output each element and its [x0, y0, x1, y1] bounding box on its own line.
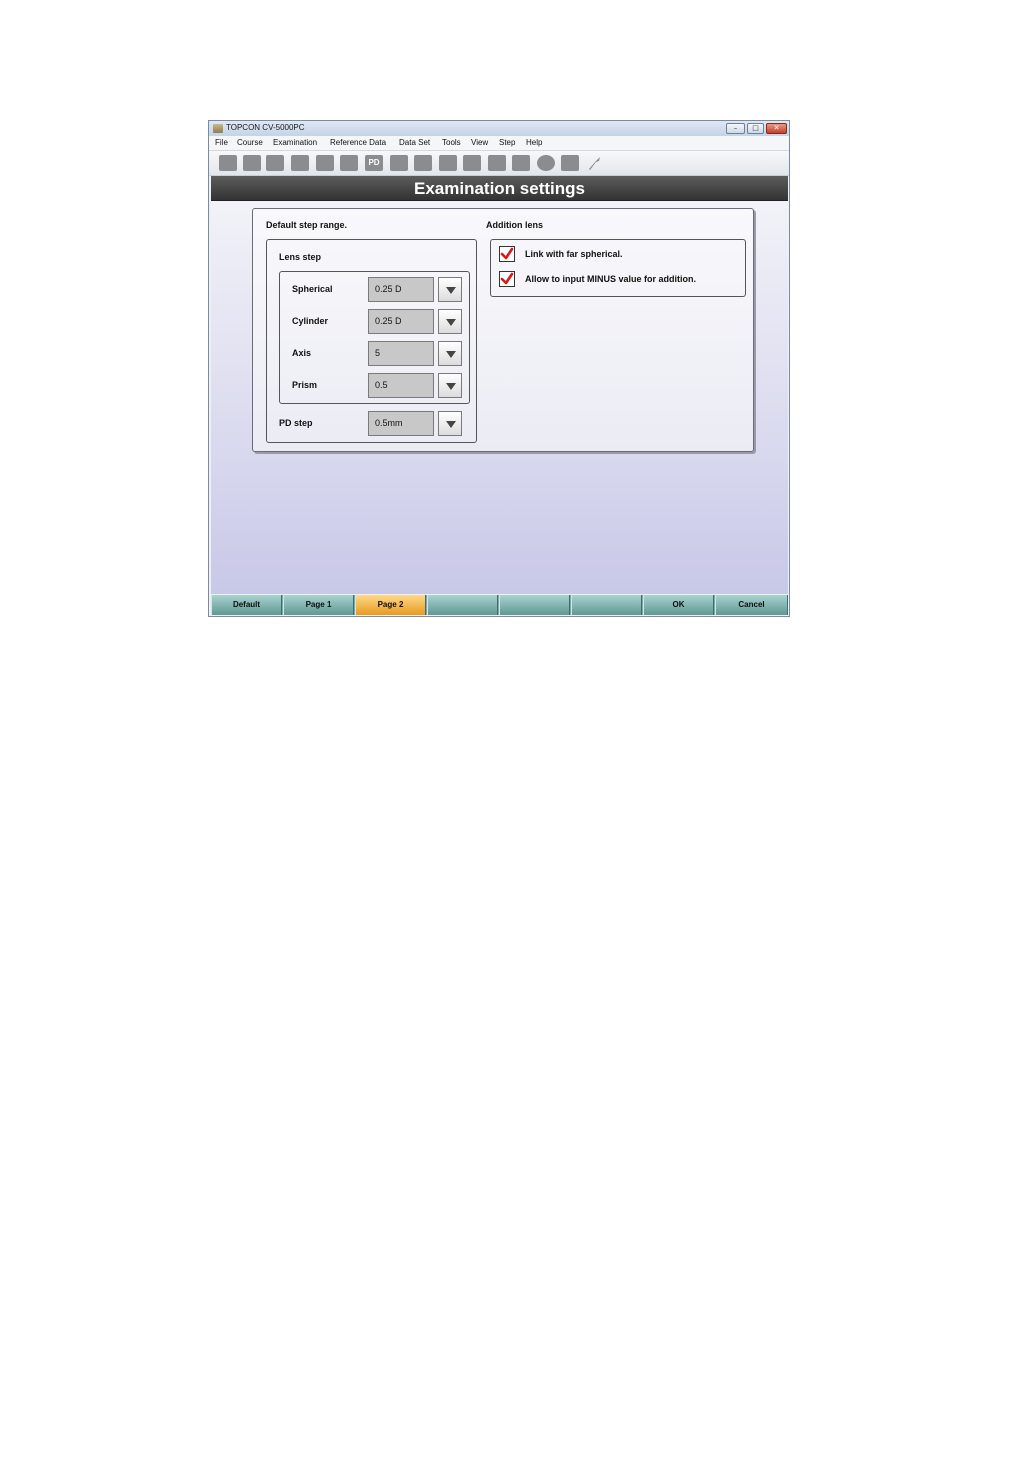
- menu-examination[interactable]: Examination: [273, 138, 317, 147]
- prism-dropdown-button[interactable]: [438, 373, 462, 398]
- axis-value[interactable]: 5: [368, 341, 434, 366]
- empty-function-button-5[interactable]: [499, 595, 570, 615]
- spherical-value[interactable]: 0.25 D: [368, 277, 434, 302]
- book-icon[interactable]: [512, 155, 530, 171]
- close-button[interactable]: ✕: [766, 123, 787, 134]
- default-button[interactable]: Default: [211, 595, 282, 615]
- link-far-spherical-checkbox[interactable]: [499, 246, 515, 262]
- patient-icon[interactable]: [219, 155, 237, 171]
- maximize-button[interactable]: □: [747, 123, 764, 134]
- page-header: Examination settings: [211, 176, 788, 201]
- menu-help[interactable]: Help: [526, 138, 542, 147]
- cancel-button[interactable]: Cancel: [715, 595, 788, 615]
- menu-course[interactable]: Course: [237, 138, 263, 147]
- function-key-bar: Default Page 1 Page 2 OK Cancel: [211, 595, 788, 615]
- toolbar: PD: [209, 151, 789, 176]
- page1-button[interactable]: Page 1: [283, 595, 354, 615]
- app-window: TOPCON CV-5000PC – □ ✕ File Course Exami…: [208, 120, 790, 617]
- spherical-dropdown-button[interactable]: [438, 277, 462, 302]
- person-icon[interactable]: [243, 155, 261, 171]
- settings-panel: Default step range. Lens step Spherical …: [252, 208, 754, 452]
- checkmark-icon: [500, 272, 514, 285]
- axis-label: Axis: [292, 348, 312, 358]
- axis-dropdown-button[interactable]: [438, 341, 462, 366]
- spherical-label: Spherical: [292, 284, 333, 294]
- chevron-down-icon: [446, 287, 456, 294]
- cylinder-dropdown-button[interactable]: [438, 309, 462, 334]
- ok-button[interactable]: OK: [643, 595, 714, 615]
- lens-icon[interactable]: [266, 155, 284, 171]
- wrench-icon[interactable]: [587, 155, 601, 171]
- app-icon: [213, 124, 223, 133]
- chevron-down-icon: [446, 351, 456, 358]
- split-icon[interactable]: [439, 155, 457, 171]
- prism-label: Prism: [292, 380, 318, 390]
- square-icon[interactable]: [390, 155, 408, 171]
- menu-tools[interactable]: Tools: [442, 138, 461, 147]
- allow-minus-addition-checkbox[interactable]: [499, 271, 515, 287]
- chevron-down-icon: [446, 319, 456, 326]
- checkmark-icon: [500, 247, 514, 260]
- cylinder-value[interactable]: 0.25 D: [368, 309, 434, 334]
- empty-function-button-6[interactable]: [571, 595, 642, 615]
- link-far-spherical-label: Link with far spherical.: [525, 249, 623, 259]
- pd-step-dropdown-button[interactable]: [438, 411, 462, 436]
- page2-button[interactable]: Page 2: [355, 595, 426, 615]
- menu-reference-data[interactable]: Reference Data: [330, 138, 386, 147]
- keyboard-icon[interactable]: [340, 155, 358, 171]
- cylinder-label: Cylinder: [292, 316, 329, 326]
- menu-data-set[interactable]: Data Set: [399, 138, 430, 147]
- lens-step-title: Lens step: [279, 252, 322, 262]
- chevron-down-icon: [446, 383, 456, 390]
- minimize-button[interactable]: –: [726, 123, 745, 134]
- pd-step-value[interactable]: 0.5mm: [368, 411, 434, 436]
- print-icon[interactable]: [561, 155, 579, 171]
- speech-icon[interactable]: [488, 155, 506, 171]
- allow-minus-addition-label: Allow to input MINUS value for addition.: [525, 274, 696, 284]
- chart-icon[interactable]: [316, 155, 334, 171]
- chevron-down-icon: [446, 421, 456, 428]
- menu-view[interactable]: View: [471, 138, 488, 147]
- pd-icon[interactable]: PD: [365, 155, 383, 171]
- title-bar: TOPCON CV-5000PC – □ ✕: [209, 121, 789, 137]
- addition-lens-title: Addition lens: [486, 220, 543, 230]
- menu-file[interactable]: File: [215, 138, 228, 147]
- empty-function-button-4[interactable]: [427, 595, 498, 615]
- addition-lens-group: [490, 239, 746, 297]
- monitor-icon[interactable]: [463, 155, 481, 171]
- va-icon[interactable]: [414, 155, 432, 171]
- menu-bar: File Course Examination Reference Data D…: [209, 136, 789, 151]
- menu-step[interactable]: Step: [499, 138, 515, 147]
- circle-icon[interactable]: [537, 155, 555, 171]
- window-title: TOPCON CV-5000PC: [226, 123, 305, 132]
- glasses-icon[interactable]: [291, 155, 309, 171]
- settings-content: Default step range. Lens step Spherical …: [211, 201, 788, 594]
- pd-step-label: PD step: [279, 418, 313, 428]
- prism-value[interactable]: 0.5: [368, 373, 434, 398]
- step-range-title: Default step range.: [266, 220, 348, 230]
- page-title: Examination settings: [414, 179, 585, 198]
